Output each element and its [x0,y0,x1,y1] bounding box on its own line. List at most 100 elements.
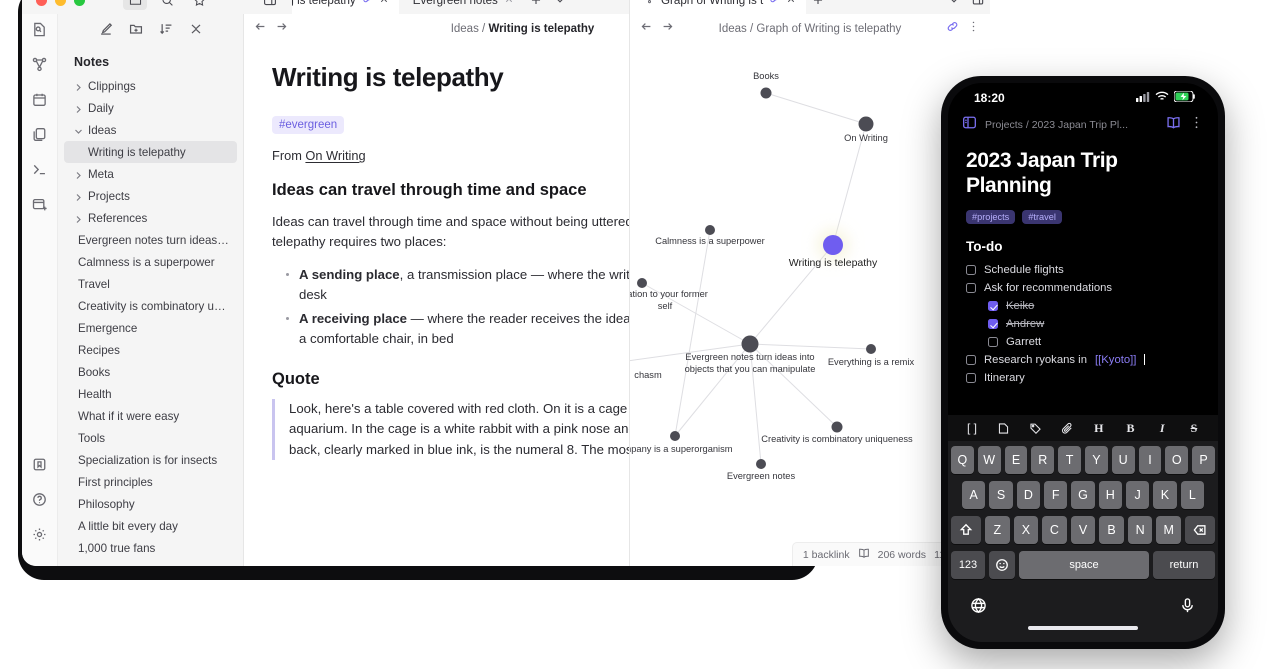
tree-folder[interactable]: Projects [64,185,237,207]
key-v[interactable]: V [1070,516,1096,544]
key-y[interactable]: Y [1085,446,1108,474]
forward-button[interactable] [275,20,288,38]
key-w[interactable]: W [977,446,1001,474]
settings-icon[interactable] [27,521,53,547]
graph-node[interactable] [670,431,680,441]
chevron-right-icon[interactable] [74,104,83,113]
key-l[interactable]: L [1180,481,1204,509]
right-sidebar-icon[interactable] [258,0,282,10]
checkbox-checked[interactable] [988,301,998,312]
strikethrough-icon[interactable]: S [1186,420,1202,436]
checkbox-unchecked[interactable] [966,373,976,384]
tree-note[interactable]: Travel [64,273,237,295]
key-q[interactable]: Q [951,446,974,474]
key-g[interactable]: G [1071,481,1095,509]
tree-folder[interactable]: Clippings [64,75,237,97]
window-minimize-button[interactable] [55,0,66,6]
tree-note[interactable]: Health [64,383,237,405]
todo-item[interactable]: Keiko [988,300,1200,312]
globe-icon[interactable] [970,597,987,619]
breadcrumb-parent[interactable]: Ideas [719,23,747,35]
italic-icon[interactable]: I [1154,420,1170,436]
todo-item[interactable]: Itinerary [966,372,1200,384]
shift-key[interactable] [951,516,981,544]
key-n[interactable]: N [1127,516,1153,544]
numbers-key[interactable]: 123 [951,551,985,579]
key-i[interactable]: I [1138,446,1162,474]
chevron-right-icon[interactable] [74,192,83,201]
files-icon[interactable] [27,121,53,147]
collapse-all-icon[interactable] [189,22,203,41]
tag-icon[interactable] [1027,420,1043,436]
more-options-icon[interactable] [967,20,980,38]
key-j[interactable]: J [1125,481,1150,509]
key-t[interactable]: T [1058,446,1081,474]
forward-button[interactable] [661,20,674,38]
tree-note[interactable]: Tools [64,427,237,449]
tab-graph-view[interactable]: Graph of Writing is t [630,0,807,14]
tree-note[interactable]: Calmness is a superpower [64,251,237,273]
phone-note-body[interactable]: 2023 Japan Trip Planning #projects #trav… [948,139,1218,390]
tag-projects[interactable]: #projects [966,210,1016,225]
microphone-icon[interactable] [1179,597,1196,619]
checkbox-unchecked[interactable] [966,283,976,294]
checkbox-unchecked[interactable] [988,337,998,348]
backspace-key[interactable] [1185,516,1215,544]
key-m[interactable]: M [1156,516,1182,544]
bookmark-icon[interactable] [27,451,53,477]
tree-note[interactable]: What if it were easy [64,405,237,427]
new-note-icon[interactable] [99,22,113,41]
back-button[interactable] [254,20,267,38]
key-h[interactable]: H [1098,481,1122,509]
help-icon[interactable] [27,486,53,512]
graph-node[interactable] [831,421,843,433]
terminal-icon[interactable] [27,156,53,182]
close-icon[interactable] [379,0,389,7]
new-window-icon[interactable] [27,191,53,217]
graph-node[interactable] [866,344,876,354]
source-link[interactable]: On Writing [305,148,365,163]
key-e[interactable]: E [1004,446,1028,474]
new-folder-icon[interactable] [129,22,143,41]
window-close-button[interactable] [36,0,47,6]
space-key[interactable]: space [1019,551,1149,579]
link-icon[interactable] [946,20,959,38]
todo-item[interactable]: Schedule flights [966,264,1200,276]
search-icon[interactable] [155,0,179,10]
graph-node[interactable] [637,278,647,288]
close-icon[interactable] [786,0,796,7]
tree-note[interactable]: Writing is telepathy [64,141,237,163]
tab-evergreen-notes[interactable]: Evergreen notes [399,0,524,14]
key-z[interactable]: Z [985,516,1010,544]
heading-icon[interactable]: H [1091,420,1107,436]
key-u[interactable]: U [1111,446,1135,474]
tree-note[interactable]: Creativity is combinatory u… [64,295,237,317]
tree-note[interactable]: Emergence [64,317,237,339]
key-c[interactable]: C [1042,516,1067,544]
reading-view-icon[interactable] [1166,115,1181,135]
close-icon[interactable] [504,0,514,7]
tree-folder[interactable]: Meta [64,163,237,185]
todo-item[interactable]: Andrew [988,318,1200,330]
tree-folder[interactable]: References [64,207,237,229]
key-p[interactable]: P [1192,446,1215,474]
new-tab-button[interactable] [524,0,548,14]
key-k[interactable]: K [1153,481,1177,509]
key-d[interactable]: D [1016,481,1040,509]
graph-node[interactable] [760,87,772,99]
return-key[interactable]: return [1153,551,1215,579]
chevron-right-icon[interactable] [74,82,83,91]
folder-icon[interactable] [123,0,147,10]
todo-item[interactable]: Research ryokans in [[Kyoto]] [966,354,1200,366]
checkbox-checked[interactable] [988,319,998,330]
chevron-down-icon[interactable] [74,126,83,135]
tag-evergreen[interactable]: #evergreen [272,116,345,134]
attachment-icon[interactable] [1059,420,1075,436]
todo-item[interactable]: Garrett [988,336,1200,348]
breadcrumb-parent[interactable]: Projects [985,119,1023,131]
window-maximize-button[interactable] [74,0,85,6]
checkbox-unchecked[interactable] [966,355,976,366]
sort-icon[interactable] [159,22,173,41]
tree-folder[interactable]: Daily [64,97,237,119]
graph-canvas[interactable]: Books On Writing Calmness is a superpower W… [630,44,990,566]
